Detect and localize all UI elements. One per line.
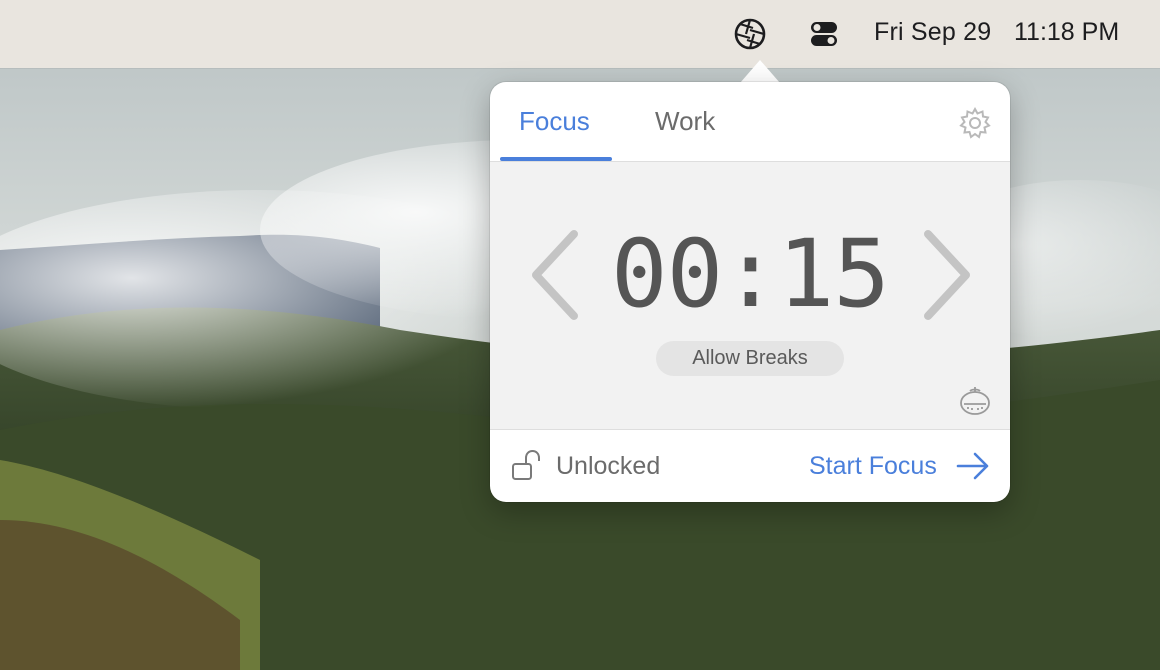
start-focus-button[interactable]: Start Focus: [809, 452, 937, 481]
tab-bar: Focus Work: [490, 82, 1010, 162]
lock-status-label: Unlocked: [556, 452, 661, 480]
menu-bar: Fri Sep 29 11:18 PM: [0, 0, 1160, 68]
tab-work[interactable]: Work: [655, 106, 715, 137]
allow-breaks-button[interactable]: Allow Breaks: [656, 341, 844, 376]
popover-footer: Unlocked Start Focus: [490, 430, 1010, 502]
menubar-time[interactable]: 11:18 PM: [1014, 18, 1119, 47]
tab-focus[interactable]: Focus: [519, 106, 590, 137]
tab-selection-indicator: [500, 157, 612, 161]
popover-arrow: [740, 60, 780, 83]
unlocked-padlock-icon: [510, 449, 544, 483]
arrow-right-icon[interactable]: [956, 451, 990, 481]
tomato-timer-icon[interactable]: [958, 383, 992, 417]
focus-popover: Focus Work 00:15 Allow Breaks Unlocked S…: [490, 82, 1010, 502]
chevron-left-icon[interactable]: [526, 228, 586, 322]
chevron-right-icon[interactable]: [916, 228, 976, 322]
menubar-date[interactable]: Fri Sep 29: [874, 18, 991, 47]
aperture-icon[interactable]: [730, 14, 770, 54]
gear-icon[interactable]: [958, 106, 994, 142]
toggle-switches-icon[interactable]: [804, 14, 844, 54]
timer-display: 00:15: [611, 220, 890, 329]
timer-panel: 00:15 Allow Breaks: [490, 162, 1010, 430]
